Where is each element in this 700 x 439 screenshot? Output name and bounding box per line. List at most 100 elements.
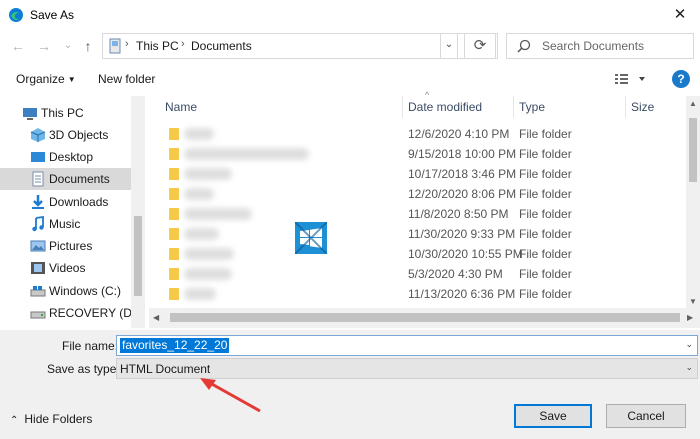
- column-divider[interactable]: [513, 96, 514, 118]
- sidebar-item-label: 3D Objects: [49, 128, 109, 142]
- view-options-icon[interactable]: [614, 71, 654, 87]
- recent-locations-button[interactable]: ⌄: [58, 36, 78, 56]
- folder-icon: [169, 288, 179, 300]
- filename-value: favorites_12_22_20: [120, 338, 230, 353]
- back-button[interactable]: ←: [8, 36, 28, 56]
- column-type[interactable]: Type: [519, 100, 545, 114]
- sidebar-item-videos[interactable]: Videos: [0, 257, 131, 279]
- breadcrumb-separator: ›: [125, 38, 129, 50]
- sidebar-item-label: Videos: [49, 261, 86, 275]
- column-size[interactable]: Size: [631, 100, 654, 114]
- chevron-up-icon: ⌃: [10, 415, 19, 426]
- search-input[interactable]: Search Documents: [506, 33, 694, 59]
- refresh-button[interactable]: ⟳: [464, 33, 496, 59]
- blurred-filename: [184, 128, 214, 140]
- address-dropdown-button[interactable]: ⌄: [440, 33, 458, 59]
- row-type: File folder: [519, 227, 572, 241]
- filename-field[interactable]: favorites_12_22_20 ⌄: [116, 335, 698, 356]
- breadcrumb-this-pc[interactable]: This PC: [136, 39, 179, 53]
- cancel-button[interactable]: Cancel: [606, 404, 686, 428]
- folder-icon: [169, 208, 179, 220]
- windows-logo-watermark: [295, 222, 327, 254]
- help-button[interactable]: ?: [672, 70, 690, 88]
- row-date: 12/6/2020 4:10 PM: [408, 127, 510, 141]
- drive-d-icon: [30, 311, 46, 319]
- command-bar: Organize ▼ New folder ?: [0, 64, 700, 94]
- navigation-pane: This PC 3D Objects Desktop Documents Dow…: [0, 96, 145, 328]
- blurred-filename: [184, 228, 219, 240]
- sidebar-item-downloads[interactable]: Downloads: [0, 191, 131, 213]
- pc-icon: [23, 108, 37, 120]
- row-type: File folder: [519, 247, 572, 261]
- videos-icon: [31, 262, 45, 274]
- sidebar-item-3d-objects[interactable]: 3D Objects: [0, 124, 131, 146]
- folder-icon: [169, 168, 179, 180]
- column-date-modified[interactable]: Date modified: [408, 100, 482, 114]
- row-date: 9/15/2018 10:00 PM: [408, 147, 517, 161]
- red-arrow-annotation: [200, 378, 261, 413]
- sidebar-item-desktop[interactable]: Desktop: [0, 146, 131, 168]
- pictures-icon: [30, 240, 46, 252]
- organize-button[interactable]: Organize ▼: [16, 72, 76, 86]
- caret-down-icon: ▼: [67, 75, 76, 84]
- table-row[interactable]: 11/13/2020 6:36 PM File folder: [149, 284, 686, 304]
- forward-button[interactable]: →: [34, 36, 54, 56]
- table-row[interactable]: 12/6/2020 4:10 PM File folder: [149, 124, 686, 144]
- scroll-left-icon[interactable]: ◀: [153, 313, 159, 322]
- sidebar-item-label: Pictures: [49, 239, 93, 253]
- chevron-down-icon[interactable]: ⌄: [685, 339, 693, 350]
- scroll-right-icon[interactable]: ▶: [687, 313, 693, 322]
- column-divider[interactable]: [625, 96, 626, 118]
- row-date: 12/20/2020 8:06 PM: [408, 187, 517, 201]
- edge-browser-icon: [9, 8, 23, 22]
- sidebar-item-this-pc[interactable]: This PC: [0, 102, 131, 124]
- blurred-filename: [184, 188, 214, 200]
- address-row: ← → ⌄ ↑ › This PC › Documents ⌄ ⟳ Search…: [0, 30, 700, 62]
- folder-icon: [169, 228, 179, 240]
- up-button[interactable]: ↑: [78, 36, 98, 56]
- table-row[interactable]: 11/8/2020 8:50 PM File folder: [149, 204, 686, 224]
- row-type: File folder: [519, 167, 572, 181]
- row-date: 5/3/2020 4:30 PM: [408, 267, 503, 281]
- 3d-objects-icon: [30, 128, 46, 142]
- table-row[interactable]: 9/15/2018 10:00 PM File folder: [149, 144, 686, 164]
- hide-folders-toggle[interactable]: ⌃ Hide Folders: [10, 412, 92, 426]
- save-as-type-label: Save as type:: [47, 362, 120, 376]
- address-bar[interactable]: › This PC › Documents: [102, 33, 498, 59]
- table-row[interactable]: 12/20/2020 8:06 PM File folder: [149, 184, 686, 204]
- row-type: File folder: [519, 127, 572, 141]
- row-date: 11/8/2020 8:50 PM: [408, 207, 509, 221]
- row-type: File folder: [519, 187, 572, 201]
- scroll-up-icon[interactable]: ▲: [689, 99, 697, 108]
- sidebar-item-label: Desktop: [49, 150, 94, 164]
- list-horizontal-scrollbar-thumb[interactable]: [170, 313, 680, 322]
- blurred-filename: [184, 248, 234, 260]
- sidebar-item-music[interactable]: Music: [0, 213, 131, 235]
- row-date: 11/30/2020 9:33 PM: [408, 227, 516, 241]
- table-row[interactable]: 10/17/2018 3:46 PM File folder: [149, 164, 686, 184]
- scroll-down-icon[interactable]: ▼: [689, 297, 697, 306]
- sidebar-item-recovery-d[interactable]: RECOVERY (D:): [0, 302, 139, 324]
- navigation-scrollbar-thumb[interactable]: [134, 216, 142, 296]
- sidebar-item-documents[interactable]: Documents: [0, 168, 131, 190]
- sidebar-item-windows-c[interactable]: Windows (C:): [0, 280, 131, 302]
- column-name[interactable]: Name: [165, 100, 197, 114]
- chevron-down-icon[interactable]: ⌄: [685, 362, 693, 373]
- sidebar-item-label: Downloads: [49, 195, 109, 209]
- save-button[interactable]: Save: [514, 404, 592, 428]
- list-vertical-scrollbar-thumb[interactable]: [689, 118, 697, 182]
- drive-c-icon: [30, 286, 46, 297]
- table-row[interactable]: 11/30/2020 9:33 PM File folder: [149, 224, 686, 244]
- close-button[interactable]: ✕: [660, 0, 700, 30]
- title-bar: Save As ✕: [0, 0, 700, 30]
- table-row[interactable]: 5/3/2020 4:30 PM File folder: [149, 264, 686, 284]
- search-placeholder: Search Documents: [542, 39, 645, 53]
- column-divider[interactable]: [402, 96, 403, 118]
- table-row[interactable]: 10/30/2020 10:55 PM File folder: [149, 244, 686, 264]
- row-type: File folder: [519, 287, 572, 301]
- folder-icon: [169, 248, 179, 260]
- sidebar-item-pictures[interactable]: Pictures: [0, 235, 131, 257]
- breadcrumb-documents[interactable]: Documents: [191, 39, 252, 53]
- row-date: 11/13/2020 6:36 PM: [408, 287, 516, 301]
- new-folder-button[interactable]: New folder: [98, 72, 155, 86]
